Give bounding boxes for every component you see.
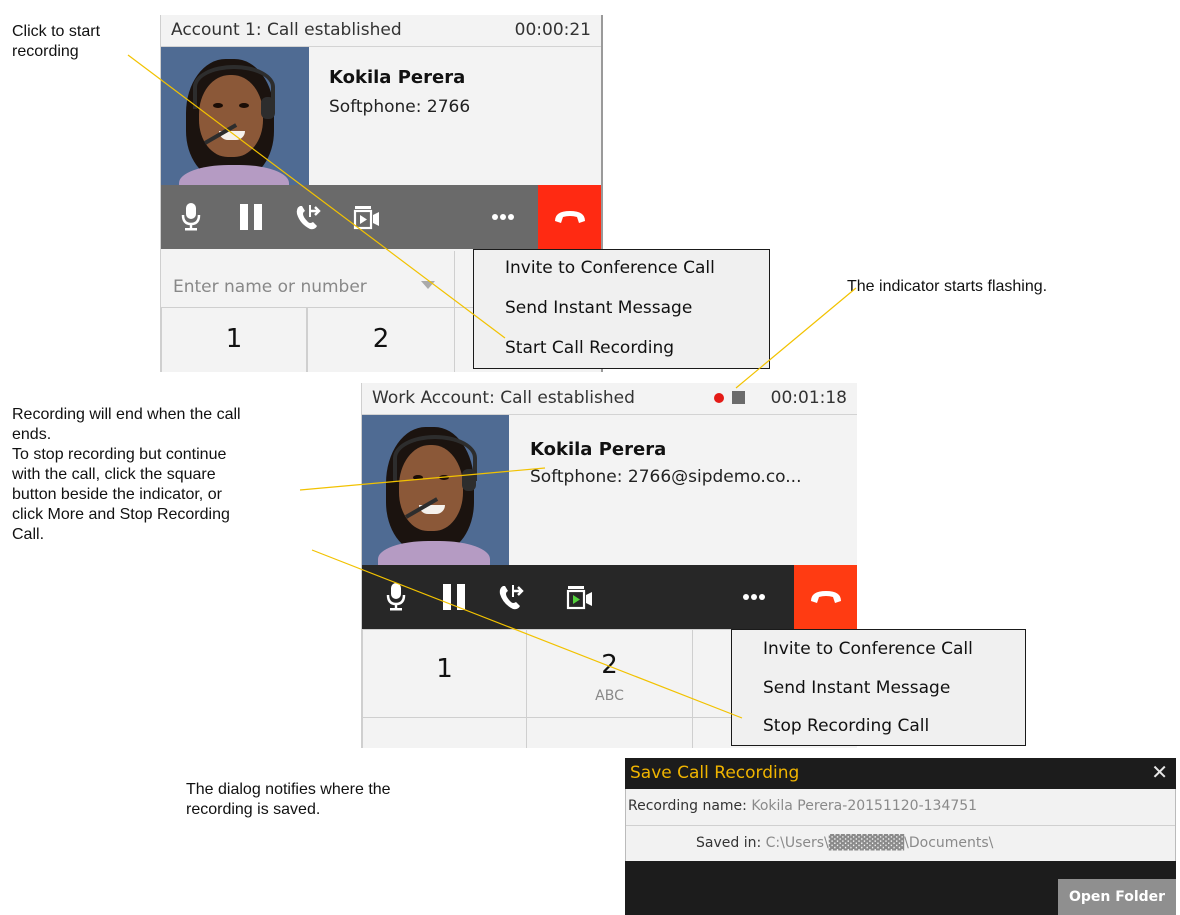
more-button[interactable] <box>481 185 525 249</box>
dialog-title: Save Call Recording <box>630 763 800 783</box>
hangup-button[interactable] <box>794 565 857 629</box>
close-icon[interactable]: ✕ <box>1151 760 1168 784</box>
save-recording-dialog: Save Call Recording ✕ Recording name: Ko… <box>625 758 1176 915</box>
more-icon <box>492 214 514 220</box>
menu-item-stop-recording[interactable]: Stop Recording Call <box>763 716 929 736</box>
mute-button[interactable] <box>374 565 418 629</box>
hold-button[interactable] <box>432 565 476 629</box>
annotation-click-to-start: Click to start recording <box>12 23 101 60</box>
saved-in-value: C:\Users\▓▓▓▓▓▓▓\Documents\ <box>765 835 994 851</box>
hangup-button[interactable] <box>538 185 601 249</box>
caller-avatar <box>362 415 509 565</box>
hangup-icon <box>810 591 841 603</box>
annotation-indicator-flashing: The indicator starts flashing. <box>847 278 1048 295</box>
pause-icon <box>443 584 465 610</box>
more-menu-1: Invite to Conference Call Send Instant M… <box>473 249 770 369</box>
caller-number: Softphone: 2766 <box>329 97 471 117</box>
call-titlebar: Account 1: Call established 00:00:21 <box>161 15 601 47</box>
recording-name-value: Kokila Perera-20151120-134751 <box>751 798 978 814</box>
menu-item-start-recording[interactable]: Start Call Recording <box>505 338 674 358</box>
record-indicator-icon <box>714 393 724 403</box>
caller-number: Softphone: 2766@sipdemo.co... <box>530 467 802 487</box>
transfer-icon <box>296 205 321 230</box>
more-icon <box>743 594 765 600</box>
saved-in-row: Saved in: C:\Users\▓▓▓▓▓▓▓\Documents\ <box>696 835 993 851</box>
caller-name: Kokila Perera <box>329 67 466 88</box>
transfer-icon <box>499 585 524 610</box>
mic-icon <box>386 583 406 611</box>
call-status-title: Account 1: Call established <box>171 20 402 40</box>
recording-name-row: Recording name: Kokila Perera-20151120-1… <box>628 798 977 814</box>
menu-item-send-message[interactable]: Send Instant Message <box>763 678 950 698</box>
dial-key-2[interactable]: 2 <box>307 307 455 372</box>
call-status-title: Work Account: Call established <box>372 388 635 408</box>
transfer-button[interactable] <box>490 565 534 629</box>
dial-key-1[interactable]: 1 <box>161 307 307 372</box>
dial-key-2[interactable]: 2 ABC <box>526 629 693 718</box>
menu-item-invite-conference[interactable]: Invite to Conference Call <box>763 639 973 659</box>
call-controls-bar <box>161 185 601 249</box>
open-folder-button[interactable]: Open Folder <box>1058 879 1176 915</box>
annotation-recording-end: Recording will end when the call ends. T… <box>12 406 241 543</box>
call-titlebar: Work Account: Call established 00:01:18 <box>362 383 857 415</box>
mute-button[interactable] <box>169 185 213 249</box>
call-timer: 00:01:18 <box>770 388 847 408</box>
annotation-dialog-notifies: The dialog notifies where the recording … <box>186 781 391 818</box>
video-icon <box>566 586 592 610</box>
video-button[interactable] <box>345 185 389 249</box>
transfer-button[interactable] <box>287 185 331 249</box>
menu-item-send-message[interactable]: Send Instant Message <box>505 298 692 318</box>
more-button[interactable] <box>732 565 776 629</box>
pause-icon <box>240 204 262 230</box>
mic-icon <box>181 203 201 231</box>
saved-in-label: Saved in: <box>696 835 762 851</box>
call-timer: 00:00:21 <box>514 20 591 40</box>
dialog-body: Recording name: Kokila Perera-20151120-1… <box>625 789 1176 861</box>
menu-item-invite-conference[interactable]: Invite to Conference Call <box>505 258 715 278</box>
dial-key-1[interactable]: 1 <box>362 629 527 718</box>
call-controls-bar <box>362 565 857 629</box>
stop-recording-icon[interactable] <box>732 391 745 404</box>
video-button[interactable] <box>558 565 602 629</box>
hangup-icon <box>554 211 585 223</box>
video-icon <box>353 206 379 230</box>
caller-name: Kokila Perera <box>530 439 667 460</box>
recording-name-label: Recording name: <box>628 798 747 814</box>
caller-avatar <box>161 47 309 185</box>
hold-button[interactable] <box>229 185 273 249</box>
more-menu-2: Invite to Conference Call Send Instant M… <box>731 629 1026 746</box>
